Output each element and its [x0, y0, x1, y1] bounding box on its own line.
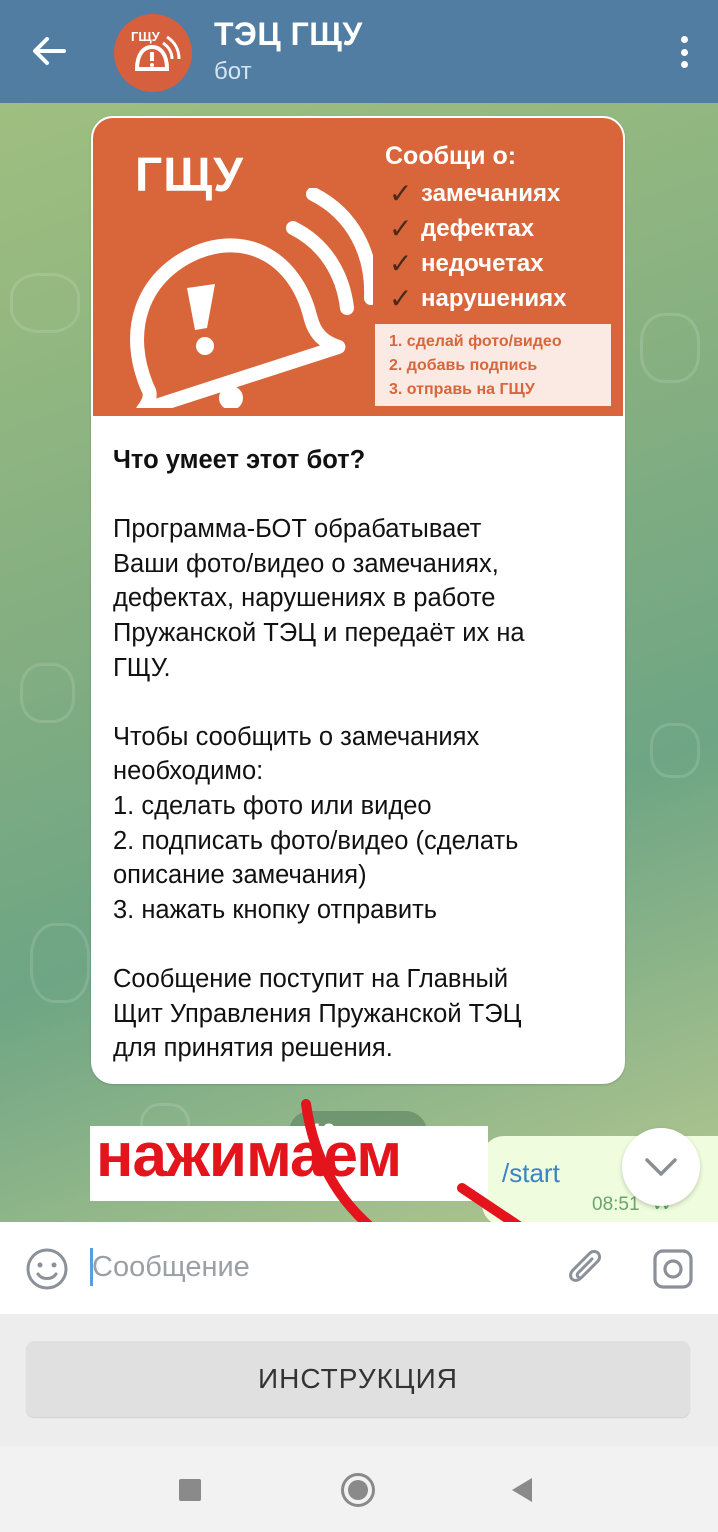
annotation-text: нажимаем [96, 1121, 402, 1190]
bell-alert-icon [130, 188, 373, 408]
banner-steps: 1. сделай фото/видео 2. добавь подпись 3… [375, 324, 611, 406]
bot-banner-image: ГЩУ Сообщи о: ✓ замечаниях ✓ дефектах ✓ нед… [93, 118, 623, 416]
message-title: Что умеет этот бот? [113, 446, 366, 474]
scroll-down-button[interactable] [622, 1128, 700, 1206]
chat-subtitle: бот [214, 58, 252, 85]
banner-list-item: ✓ нарушениях [389, 283, 567, 314]
message-time: 08:51 [592, 1194, 640, 1215]
emoji-button[interactable] [24, 1246, 70, 1292]
annotation-label: нажимаем [90, 1121, 488, 1201]
outgoing-message-text[interactable]: /start [502, 1158, 560, 1189]
more-menu-button[interactable] [672, 30, 696, 74]
svg-text:ГЩУ: ГЩУ [131, 29, 161, 44]
check-icon: ✓ [389, 248, 413, 279]
back-triangle-icon[interactable] [512, 1478, 532, 1502]
check-icon: ✓ [389, 178, 413, 209]
chat-area[interactable]: ГЩУ Сообщи о: ✓ замечаниях ✓ дефектах ✓ нед… [0, 103, 718, 1222]
recents-icon[interactable] [179, 1479, 201, 1501]
banner-list-item: ✓ недочетах [389, 248, 544, 279]
camera-button[interactable] [650, 1246, 696, 1292]
wallpaper-doodle [650, 723, 700, 778]
message-body: Программа-БОТ обрабатывает Ваши фото/вид… [113, 515, 525, 1063]
avatar[interactable]: ГЩУ [114, 14, 192, 92]
home-icon[interactable] [341, 1473, 375, 1507]
chat-header: ГЩУ ТЭЦ ГЩУ бот [0, 0, 718, 103]
wallpaper-doodle [640, 313, 700, 383]
bell-alert-icon: ГЩУ [131, 29, 181, 71]
check-icon: ✓ [389, 213, 413, 244]
wallpaper-doodle [10, 273, 80, 333]
banner-list: ✓ замечаниях ✓ дефектах ✓ недочетах ✓ наруше… [389, 176, 567, 316]
wallpaper-doodle [20, 663, 75, 723]
arrow-left-icon [33, 37, 66, 65]
wallpaper-doodle [30, 923, 90, 1003]
more-vertical-icon [680, 36, 688, 43]
check-icon: ✓ [389, 283, 413, 314]
smile-icon [26, 1248, 68, 1290]
banner-step: 1. сделай фото/видео [389, 333, 562, 350]
banner-heading: Сообщи о: [385, 142, 517, 170]
bot-description-bubble: ГЩУ Сообщи о: ✓ замечаниях ✓ дефектах ✓ нед… [91, 116, 625, 1084]
banner-list-item: ✓ дефектах [389, 213, 535, 244]
paperclip-icon [569, 1250, 601, 1282]
banner-step: 2. добавь подпись [389, 357, 538, 374]
bot-keyboard: ИНСТРУКЦИЯ [0, 1314, 718, 1446]
attach-button[interactable] [563, 1246, 609, 1292]
message-text: Что умеет этот бот? Программа-БОТ обрабат… [113, 443, 613, 1066]
chevron-down-icon [645, 1158, 677, 1176]
camera-icon [653, 1249, 693, 1289]
system-nav-bar [0, 1446, 718, 1532]
message-input[interactable] [92, 1244, 532, 1290]
back-button[interactable] [20, 22, 78, 80]
message-input-bar [0, 1222, 718, 1314]
banner-step: 3. отправь на ГЩУ [389, 381, 535, 398]
chat-title[interactable]: ТЭЦ ГЩУ [214, 16, 363, 53]
banner-list-item: ✓ замечаниях [389, 178, 561, 209]
instruction-button[interactable]: ИНСТРУКЦИЯ [26, 1341, 690, 1417]
